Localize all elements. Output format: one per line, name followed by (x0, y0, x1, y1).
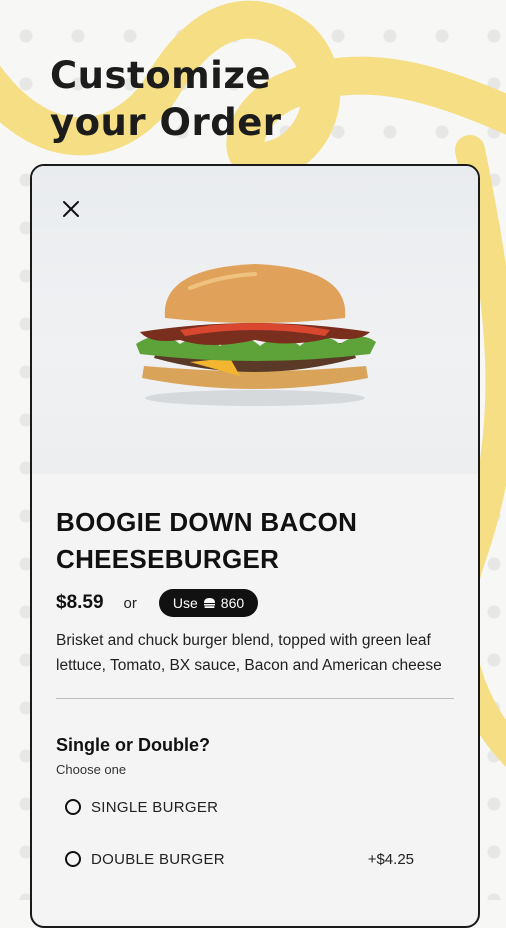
close-button[interactable] (54, 192, 88, 226)
use-points-button[interactable]: Use 860 (158, 589, 259, 617)
burger-illustration (136, 264, 376, 406)
customize-modal: BOOGIE DOWN BACON CHEESEBURGER $8.59 or … (30, 164, 480, 928)
headline-line-1: Customize (50, 54, 271, 97)
option-label: SINGLE BURGER (91, 798, 219, 816)
points-value: 860 (220, 595, 245, 611)
option-group-subtitle: Choose one (56, 762, 127, 777)
burger-coin-icon (203, 598, 215, 608)
close-icon (63, 201, 79, 217)
radio-button[interactable] (65, 851, 81, 867)
or-text: or (123, 594, 137, 612)
divider (56, 698, 454, 699)
product-description: Brisket and chuck burger blend, topped w… (56, 632, 442, 674)
page-headline: Customize your Order (50, 52, 282, 146)
radio-button[interactable] (65, 799, 81, 815)
product-title: BOOGIE DOWN BACON CHEESEBURGER (56, 504, 454, 578)
product-price: $8.59 (56, 592, 104, 613)
option-price: +$4.25 (367, 850, 414, 868)
option-group-title: Single or Double? (56, 735, 211, 755)
option-label: DOUBLE BURGER (91, 850, 225, 868)
option-single-burger[interactable]: SINGLE BURGER (56, 795, 454, 819)
product-details: BOOGIE DOWN BACON CHEESEBURGER $8.59 or … (56, 474, 454, 871)
use-points-label: Use (172, 595, 198, 611)
product-title-line-1: BOOGIE DOWN BACON (56, 507, 358, 537)
product-title-line-2: CHEESEBURGER (56, 544, 280, 574)
product-image (32, 166, 478, 474)
headline-line-2: your Order (50, 101, 282, 144)
option-double-burger[interactable]: DOUBLE BURGER +$4.25 (56, 847, 454, 871)
price-row: $8.59 or Use 860 (56, 588, 454, 618)
